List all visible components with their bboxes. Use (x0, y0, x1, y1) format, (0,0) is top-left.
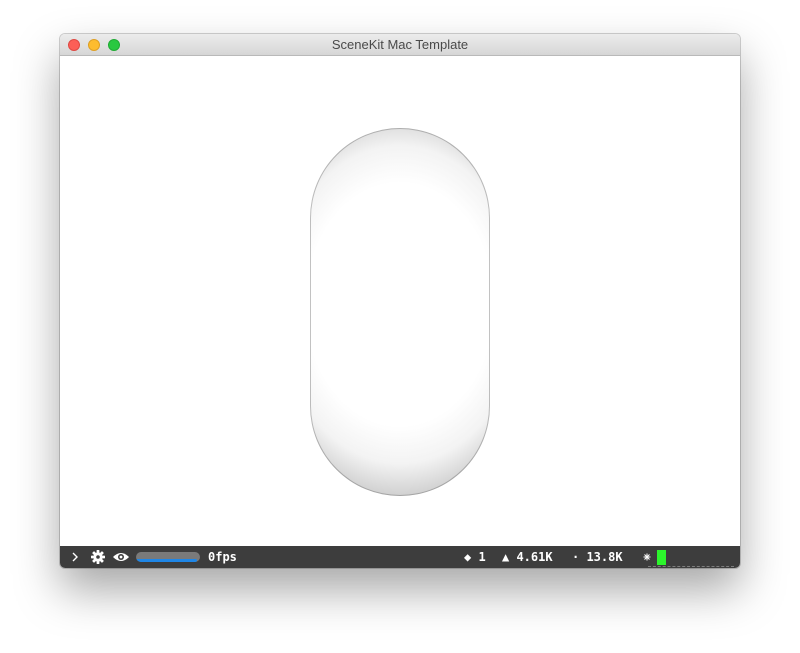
frame-progress-fill (136, 559, 197, 562)
fps-label: 0fps (208, 550, 237, 564)
triangle-count: ▲ 4.61K (502, 550, 553, 564)
scene-view[interactable] (60, 56, 740, 546)
frame-progress-bar (136, 552, 200, 562)
node-count: ◆ 1 (464, 550, 486, 564)
vertex-count: · 13.8K (572, 550, 623, 564)
chevron-right-icon[interactable] (70, 546, 82, 568)
eye-icon[interactable] (112, 546, 130, 568)
performance-track (648, 565, 734, 567)
gear-icon[interactable] (90, 546, 106, 568)
performance-meter (657, 550, 666, 565)
scene-window: SceneKit Mac Template 0fps ◆ 1 ▲ 4.61K ·… (60, 34, 740, 568)
capsule-geometry[interactable] (310, 128, 490, 496)
title-bar[interactable]: SceneKit Mac Template (60, 34, 740, 56)
window-title: SceneKit Mac Template (331, 37, 469, 52)
statistics-bar: 0fps ◆ 1 ▲ 4.61K · 13.8K (60, 546, 740, 568)
